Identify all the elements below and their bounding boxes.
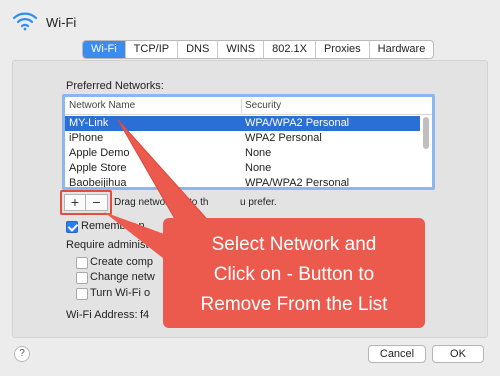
security-cell: None: [245, 162, 272, 174]
column-divider: [241, 99, 242, 113]
network-name-cell: Baobeijihua: [69, 177, 127, 189]
drag-hint-text-tail: u prefer.: [240, 197, 277, 208]
help-button[interactable]: ?: [14, 346, 30, 362]
wifi-address-label: Wi-Fi Address:: [66, 309, 138, 321]
security-cell: WPA/WPA2 Personal: [245, 117, 350, 129]
security-cell: None: [245, 147, 272, 159]
change-networks-label: Change netw: [90, 271, 155, 283]
drag-hint-text: Drag networks into th: [114, 197, 209, 208]
network-name-cell: iPhone: [69, 132, 104, 144]
remember-networks-label: Remember n: [81, 220, 145, 232]
tab-wins[interactable]: WINS: [218, 41, 265, 58]
change-networks-checkbox[interactable]: [76, 272, 88, 284]
cancel-button[interactable]: Cancel: [368, 345, 426, 363]
callout-line: Click on - Button to: [213, 264, 375, 285]
tab-hardware[interactable]: Hardware: [370, 41, 434, 58]
network-name-cell: Apple Demo: [69, 147, 130, 159]
remember-networks-checkbox[interactable]: [66, 221, 78, 233]
table-row[interactable]: Baobeijihua WPA/WPA2 Personal: [65, 176, 420, 189]
callout-line: Select Network and: [211, 234, 377, 255]
callout-line: Remove From the List: [200, 294, 388, 315]
require-admin-label: Require administ: [66, 239, 149, 251]
network-name-cell: MY-Link: [69, 117, 109, 129]
table-row[interactable]: Apple Demo None: [65, 146, 420, 161]
wifi-icon: [12, 12, 38, 31]
callout-box: Select Network and Click on - Button to …: [163, 218, 425, 328]
highlight-box: [60, 190, 112, 215]
wifi-address-value: f4: [140, 309, 150, 321]
tab-wifi[interactable]: Wi-Fi: [83, 41, 126, 58]
tab-bar: Wi-Fi TCP/IP DNS WINS 802.1X Proxies Har…: [82, 40, 435, 59]
preferred-networks-label: Preferred Networks:: [66, 80, 164, 92]
turn-wifi-checkbox[interactable]: [76, 288, 88, 300]
column-security[interactable]: Security: [245, 100, 281, 111]
column-network-name[interactable]: Network Name: [69, 100, 135, 111]
create-computer-network-checkbox[interactable]: [76, 257, 88, 269]
table-header: Network Name Security: [65, 97, 432, 115]
table-row[interactable]: iPhone WPA2 Personal: [65, 131, 420, 146]
table-scrollbar[interactable]: [423, 117, 429, 149]
turn-wifi-label: Turn Wi-Fi o: [90, 287, 151, 299]
ok-button[interactable]: OK: [432, 345, 484, 363]
window-title: Wi-Fi: [46, 15, 77, 30]
table-row[interactable]: MY-Link WPA/WPA2 Personal: [65, 116, 420, 131]
tab-proxies[interactable]: Proxies: [316, 41, 370, 58]
table-row[interactable]: Apple Store None: [65, 161, 420, 176]
tab-8021x[interactable]: 802.1X: [264, 41, 316, 58]
security-cell: WPA/WPA2 Personal: [245, 177, 350, 189]
preferred-networks-table[interactable]: Network Name Security MY-Link WPA/WPA2 P…: [62, 94, 435, 190]
create-computer-network-label: Create comp: [90, 256, 153, 268]
tab-dns[interactable]: DNS: [178, 41, 219, 58]
tab-tcpip[interactable]: TCP/IP: [126, 41, 179, 58]
security-cell: WPA2 Personal: [245, 132, 322, 144]
network-name-cell: Apple Store: [69, 162, 127, 174]
